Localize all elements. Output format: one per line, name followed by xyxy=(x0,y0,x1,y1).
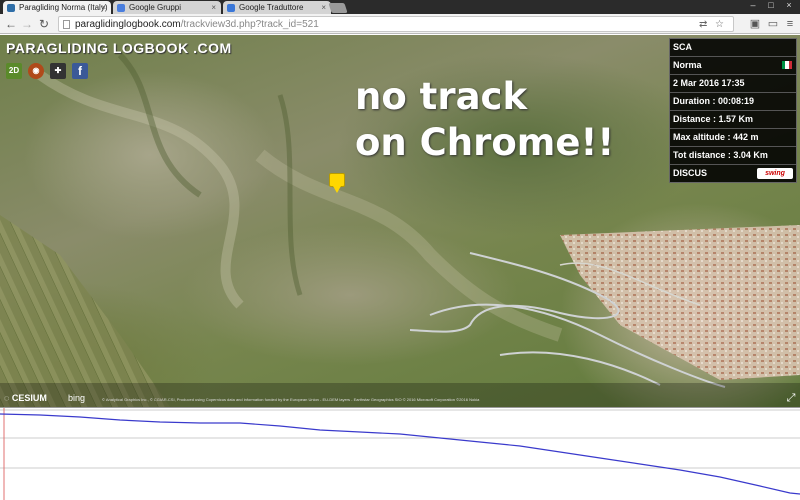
flight-info-panel: SCA Norma 2 Mar 2016 17:35 Duration : 00… xyxy=(669,38,797,183)
cesium-3d-map[interactable]: PARAGLIDING LOGBOOK .COM 2D ◉ ✚ f no tra… xyxy=(0,35,800,407)
close-tab-icon[interactable]: × xyxy=(211,1,216,14)
glider-model: DISCUS xyxy=(673,168,708,178)
annotation-line-1: no track xyxy=(355,75,528,118)
address-bar[interactable]: paraglidinglogbook.com/trackview3d.php?t… xyxy=(58,16,734,32)
elevation-profile-panel[interactable] xyxy=(0,407,800,500)
bing-logo[interactable]: bing xyxy=(68,393,85,403)
marker-pointer xyxy=(333,186,341,193)
flight-distance: Distance : 1.57 Km xyxy=(673,114,754,124)
facebook-icon[interactable]: f xyxy=(72,63,88,79)
chrome-menu-icon[interactable]: ≡ xyxy=(783,17,797,31)
max-altitude-row: Max altitude : 442 m xyxy=(670,129,796,147)
pilot-icon[interactable]: ◉ xyxy=(28,63,44,79)
cast-icon[interactable]: ▭ xyxy=(766,17,780,31)
flight-date: 2 Mar 2016 17:35 xyxy=(673,78,745,88)
max-altitude: Max altitude : 442 m xyxy=(673,132,759,142)
date-row: 2 Mar 2016 17:35 xyxy=(670,75,796,93)
browser-toolbar: ← → ↻ paraglidinglogbook.com/trackview3d… xyxy=(0,14,800,34)
page-icon xyxy=(63,20,70,29)
site-favicon-icon xyxy=(7,4,15,12)
site-brand-logo[interactable]: PARAGLIDING LOGBOOK .COM xyxy=(6,40,232,56)
forward-arrow-icon[interactable]: → xyxy=(20,17,34,31)
map-credits: © Analytical Graphics Inc., © CGIAR-CSI,… xyxy=(102,397,480,402)
pilot-name: SCA xyxy=(673,42,693,52)
translate-icon[interactable]: ⇄ xyxy=(699,19,707,31)
translate-favicon-icon xyxy=(227,4,235,12)
browser-tab-strip: Paragliding Norma (Italy) × Google Grupp… xyxy=(0,0,800,14)
italy-flag-icon xyxy=(782,61,792,69)
cesium-logo[interactable]: ◌ CESIUM xyxy=(4,393,47,403)
pilot-row: SCA xyxy=(670,39,796,57)
tab-paragliding-norma[interactable]: Paragliding Norma (Italy) × xyxy=(3,1,111,14)
reload-icon[interactable]: ↻ xyxy=(37,17,51,31)
close-tab-icon[interactable]: × xyxy=(321,1,326,14)
duration-row: Duration : 00:08:19 xyxy=(670,93,796,111)
bookmark-star-icon[interactable]: ☆ xyxy=(715,19,724,31)
extension-icon[interactable]: ▣ xyxy=(748,17,762,31)
window-close-icon[interactable]: × xyxy=(780,0,798,11)
tab-google-traduttore[interactable]: Google Traduttore × xyxy=(223,1,331,14)
glider-row: DISCUS swing xyxy=(670,165,796,183)
site-name: Norma xyxy=(673,60,702,70)
distance-row: Distance : 1.57 Km xyxy=(670,111,796,129)
glider-brand-logo: swing xyxy=(757,168,793,179)
fullscreen-icon[interactable]: ⤢ xyxy=(784,391,798,405)
tab-title: Paragliding Norma (Italy) xyxy=(19,3,108,12)
url-text: paraglidinglogbook.com/trackview3d.php?t… xyxy=(75,19,319,30)
flight-duration: Duration : 00:08:19 xyxy=(673,96,755,106)
google-favicon-icon xyxy=(117,4,125,12)
minimize-icon[interactable]: – xyxy=(744,0,762,11)
altitude-line xyxy=(0,413,800,495)
google-earth-2d-icon[interactable]: 2D xyxy=(6,63,22,79)
takeoff-marker-icon[interactable] xyxy=(329,173,345,187)
new-tab-button[interactable] xyxy=(328,3,348,13)
elevation-profile xyxy=(0,408,800,500)
maximize-icon[interactable]: □ xyxy=(762,0,780,11)
site-row: Norma xyxy=(670,57,796,75)
tab-title: Google Gruppi xyxy=(129,3,182,12)
gamepad-icon[interactable]: ✚ xyxy=(50,63,66,79)
tab-title: Google Traduttore xyxy=(239,3,304,12)
tot-distance-row: Tot distance : 3.04 Km xyxy=(670,147,796,165)
annotation-line-2: on Chrome!! xyxy=(355,121,615,164)
back-arrow-icon[interactable]: ← xyxy=(4,17,18,31)
total-distance: Tot distance : 3.04 Km xyxy=(673,150,768,160)
tab-google-gruppi[interactable]: Google Gruppi × xyxy=(113,1,221,14)
close-tab-icon[interactable]: × xyxy=(101,1,106,14)
